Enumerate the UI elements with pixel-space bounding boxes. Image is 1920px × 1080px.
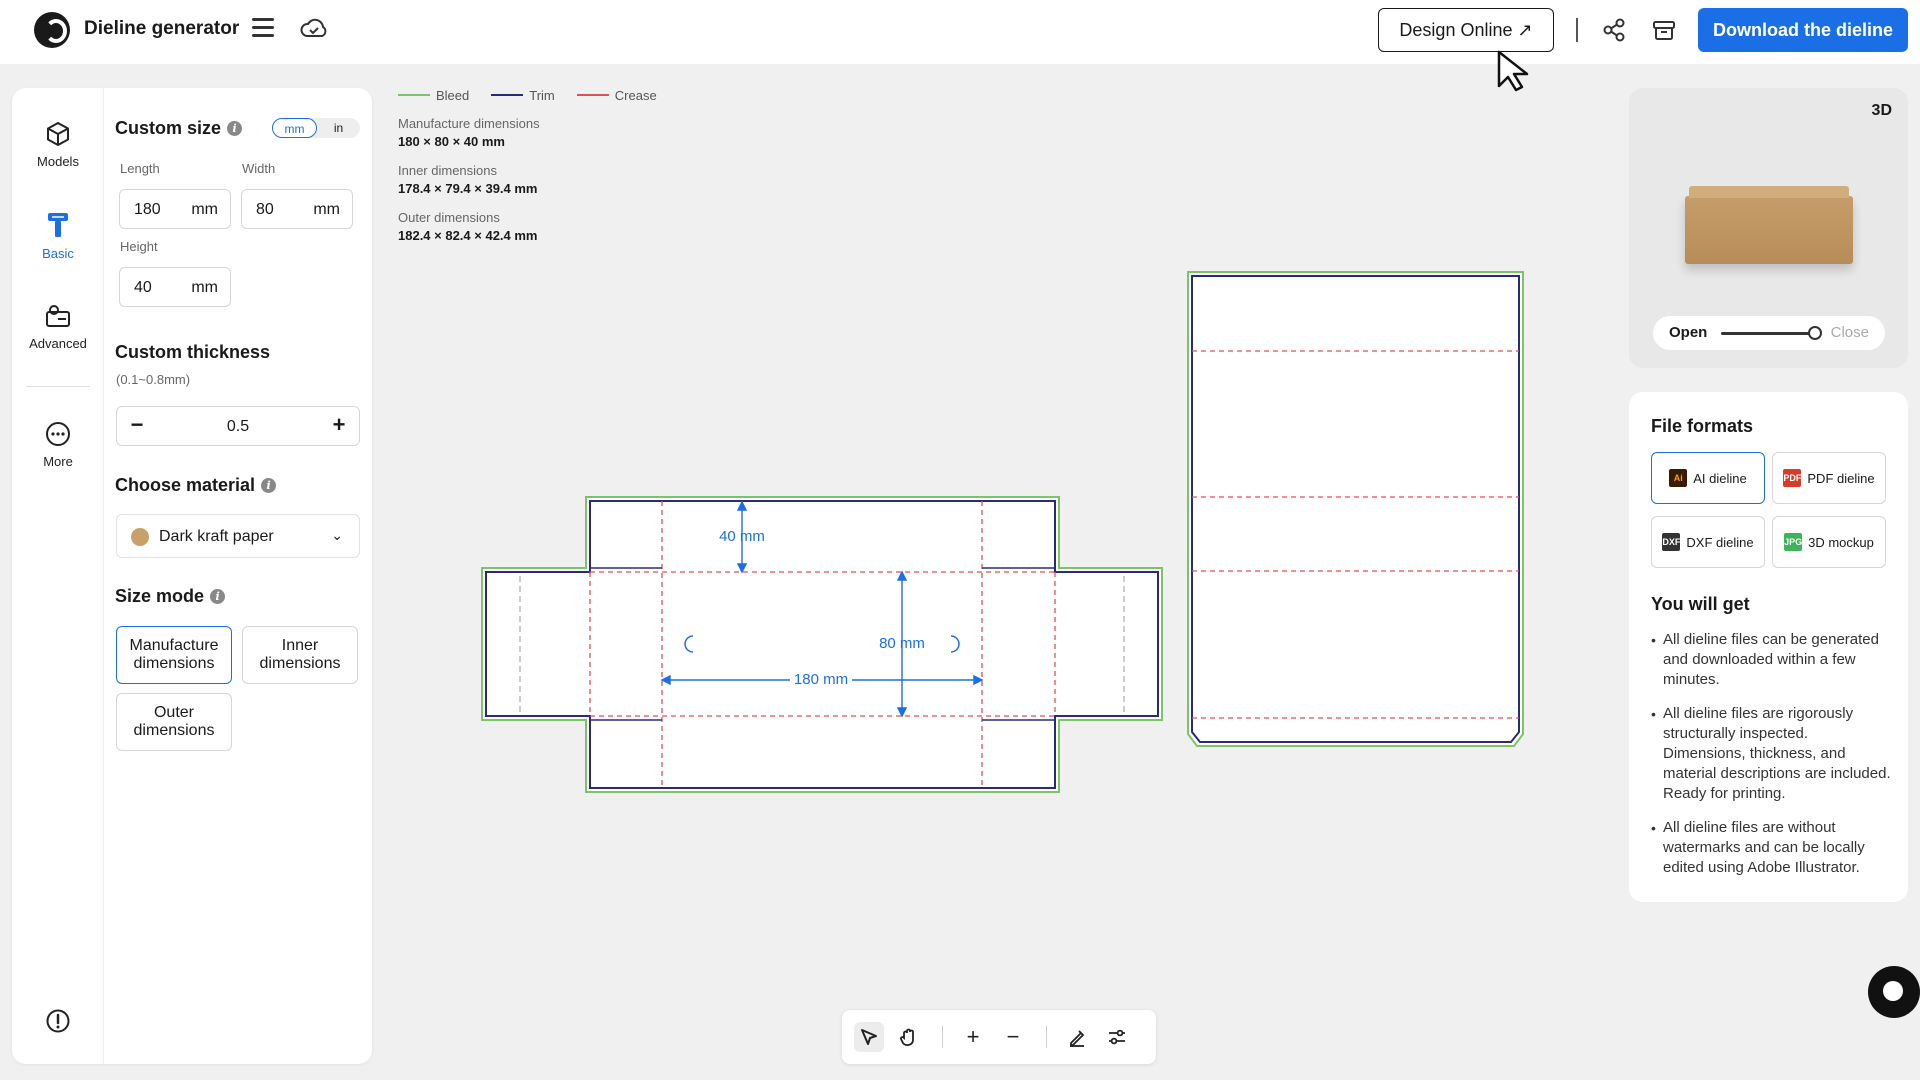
width-dimension-label: 80 mm <box>879 635 925 652</box>
pdf-file-icon: PDF <box>1783 469 1802 487</box>
sliders-icon <box>1109 1029 1125 1045</box>
canvas-toolbar: + − <box>842 1010 1156 1064</box>
jpg-file-icon: JPG <box>1784 533 1802 551</box>
open-close-slider[interactable]: Open Close <box>1653 316 1885 350</box>
zoom-in-button[interactable]: + <box>958 1022 988 1052</box>
download-dieline-button[interactable]: Download the dieline <box>1698 8 1908 52</box>
dxf-file-icon: DXF <box>1662 533 1681 551</box>
3d-mockup-label: 3D mockup <box>1808 534 1874 550</box>
3d-preview-panel[interactable]: 3D Open Close <box>1629 88 1908 368</box>
zoom-out-button[interactable]: − <box>998 1022 1028 1052</box>
settings-tool-button[interactable] <box>1102 1022 1132 1052</box>
ruler-tool-button[interactable] <box>1062 1022 1092 1052</box>
length-dimension-label: 180 mm <box>794 671 848 688</box>
slider-knob[interactable] <box>1807 326 1822 340</box>
minus-icon: − <box>1006 1024 1020 1049</box>
dieline-canvas[interactable]: 40 mm 80 mm 180 mm <box>0 0 1600 1000</box>
ai-dieline-button[interactable]: Ai AI dieline <box>1651 452 1765 504</box>
side-panel-trim <box>1191 275 1520 743</box>
3d-mockup-button[interactable]: JPG 3D mockup <box>1772 516 1886 568</box>
height-dimension-label: 40 mm <box>719 528 765 545</box>
pen-ruler-icon <box>1070 1030 1085 1047</box>
list-item: All dieline files are without watermarks… <box>1651 818 1891 878</box>
plus-icon: + <box>966 1024 980 1049</box>
list-item: All dieline files are rigorously structu… <box>1651 704 1891 804</box>
pan-tool-button[interactable] <box>894 1022 924 1052</box>
hand-icon <box>900 1028 914 1046</box>
slider-track[interactable] <box>1721 332 1815 335</box>
dxf-dieline-button[interactable]: DXF DXF dieline <box>1651 516 1765 568</box>
dxf-dieline-label: DXF dieline <box>1686 534 1754 550</box>
toolbar-divider <box>942 1026 943 1048</box>
box-icon[interactable] <box>1650 16 1678 44</box>
pdf-dieline-label: PDF dieline <box>1807 470 1875 486</box>
info-circle-icon[interactable] <box>45 1008 71 1034</box>
pdf-dieline-button[interactable]: PDF PDF dieline <box>1772 452 1886 504</box>
slider-open-label: Open <box>1669 324 1708 341</box>
you-will-get-list: All dieline files can be generated and d… <box>1651 630 1891 892</box>
slider-close-label: Close <box>1830 324 1869 341</box>
share-icon[interactable] <box>1600 16 1628 44</box>
list-item: All dieline files can be generated and d… <box>1651 630 1891 690</box>
you-will-get-title: You will get <box>1651 594 1750 614</box>
toolbar-divider <box>1046 1026 1047 1048</box>
ai-dieline-label: AI dieline <box>1693 470 1747 486</box>
file-formats-panel: File formats Ai AI dieline PDF PDF dieli… <box>1629 392 1908 902</box>
ai-file-icon: Ai <box>1669 469 1688 487</box>
file-formats-title: File formats <box>1651 416 1754 436</box>
chat-bubble-icon[interactable] <box>1868 966 1920 1018</box>
box-3d-model[interactable] <box>1685 186 1853 264</box>
pointer-icon <box>861 1029 877 1045</box>
3d-badge-icon[interactable]: 3D <box>1872 102 1892 120</box>
select-tool-button[interactable] <box>854 1022 884 1052</box>
